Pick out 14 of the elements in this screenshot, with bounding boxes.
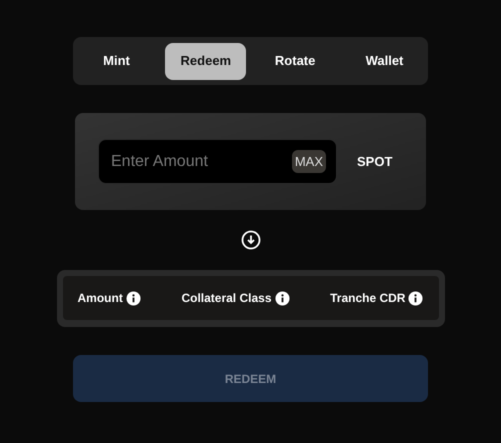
token-label: SPOT xyxy=(357,152,392,171)
tab[interactable]: Rotate xyxy=(254,42,336,80)
column-header: Amount xyxy=(78,290,123,307)
arrow-down-circle-icon[interactable] xyxy=(240,230,260,250)
info-icon[interactable] xyxy=(408,290,424,306)
info-icon[interactable] xyxy=(274,290,290,306)
info-icon[interactable] xyxy=(126,290,141,306)
max-button[interactable]: MAX xyxy=(292,150,326,174)
column-header: Tranche CDR xyxy=(330,290,406,307)
column-header: Collateral Class xyxy=(181,290,272,307)
tab[interactable]: Mint xyxy=(76,42,157,80)
tab[interactable]: Redeem xyxy=(165,42,246,80)
amount-field[interactable]: Enter Amount MAX xyxy=(98,139,337,184)
tab[interactable]: Wallet xyxy=(344,42,425,80)
